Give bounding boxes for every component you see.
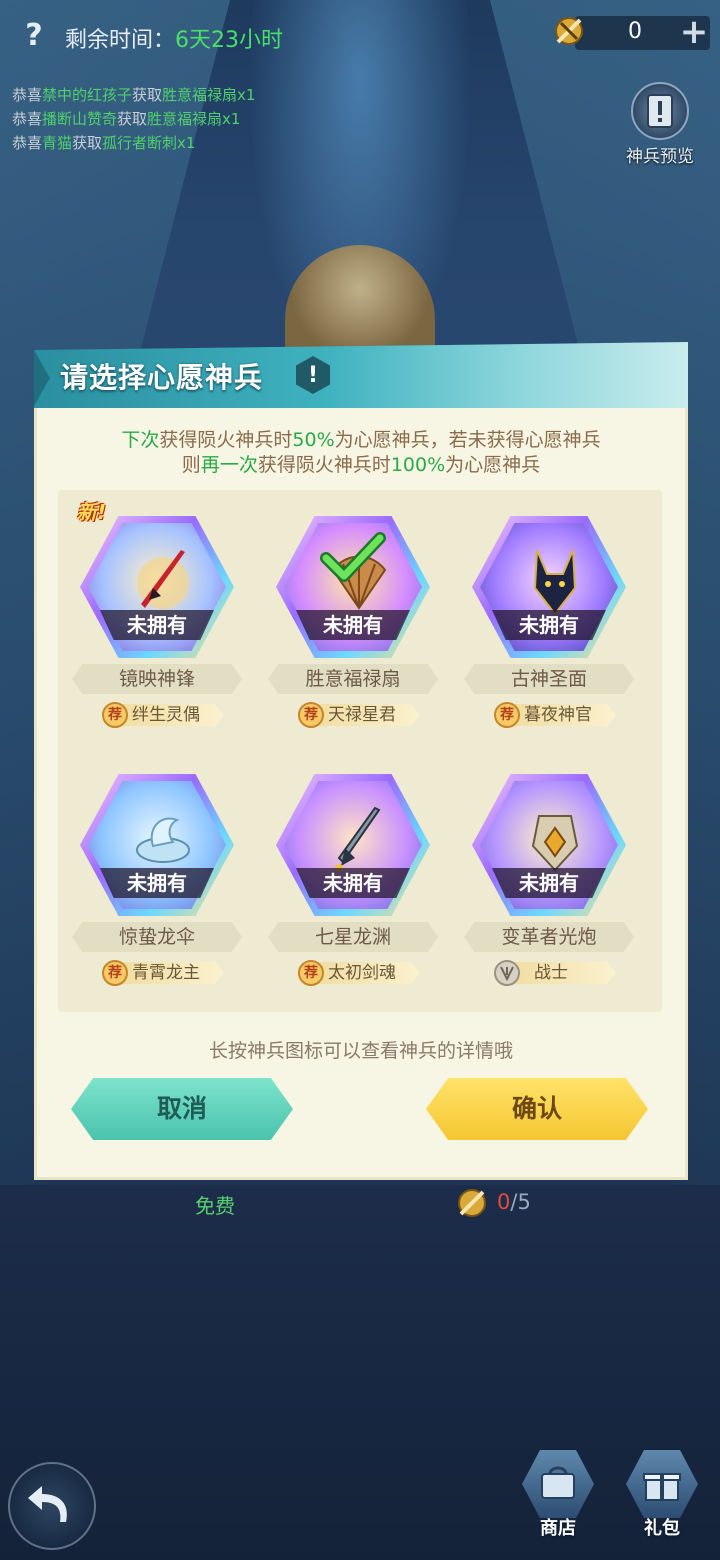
recommended-hero-name: 暮夜神官 bbox=[524, 705, 592, 725]
recommended-hero-name: 天禄星君 bbox=[328, 705, 396, 725]
news-item: 恭喜播断山赞奇获取胜意福禄扇x1 bbox=[12, 110, 241, 128]
light-cannon-icon bbox=[531, 815, 579, 872]
recommended-hero: 荐 天禄星君 bbox=[298, 702, 422, 728]
recommend-icon: 荐 bbox=[102, 960, 128, 986]
weapon-card-dragon-umbrella[interactable]: 未拥有 惊蛰龙伞 荐 青霄龙主 bbox=[72, 762, 242, 1002]
tip-line-2: 则再一次获得陨火神兵时100%为心愿神兵 bbox=[181, 454, 541, 476]
draw-count-current: 0 bbox=[497, 1190, 511, 1214]
recommend-icon: 荐 bbox=[298, 702, 324, 728]
weapon-preview-label: 神兵预览 bbox=[626, 147, 694, 167]
draw-count: 0/5 bbox=[497, 1190, 531, 1214]
weapon-card-ancient-mask[interactable]: 未拥有 古神圣面 荐 暮夜神官 bbox=[464, 504, 634, 744]
new-badge: 新! bbox=[77, 500, 107, 524]
not-owned-tag: 未拥有 bbox=[296, 610, 410, 640]
free-draw-label: 免费 bbox=[195, 1194, 235, 1218]
remaining-time-value: 6天23小时 bbox=[175, 28, 284, 53]
not-owned-tag: 未拥有 bbox=[296, 868, 410, 898]
news-feed: 恭喜禁中的红孩子获取胜意福禄扇x1 恭喜播断山赞奇获取胜意福禄扇x1 恭喜青猫获… bbox=[12, 83, 255, 155]
recommended-hero-name: 太初剑魂 bbox=[328, 963, 396, 983]
back-button[interactable] bbox=[8, 1462, 96, 1550]
not-owned-tag: 未拥有 bbox=[492, 610, 606, 640]
sword-icon bbox=[137, 550, 189, 609]
recommended-hero-name: 青霄龙主 bbox=[132, 963, 200, 983]
weapon-card-reformer-cannon[interactable]: 未拥有 变革者光炮 战士 bbox=[464, 762, 634, 1002]
recommended-hero-name: 绊生灵偶 bbox=[132, 705, 200, 725]
weapon-name: 胜意福禄扇 bbox=[268, 664, 438, 694]
shop-button[interactable]: 商店 bbox=[518, 1450, 598, 1550]
currency-value: 0 bbox=[628, 19, 642, 44]
not-owned-tag: 未拥有 bbox=[100, 610, 214, 640]
recommended-hero: 荐 暮夜神官 bbox=[494, 702, 618, 728]
background-emblem bbox=[285, 245, 435, 355]
weapon-card-seven-star-sword[interactable]: 未拥有 七星龙渊 荐 太初剑魂 bbox=[268, 762, 438, 1002]
confirm-button[interactable]: 确认 bbox=[426, 1078, 648, 1140]
recommended-hero: 荐 绊生灵偶 bbox=[102, 702, 226, 728]
remaining-time: 剩余时间：6天23小时 bbox=[65, 22, 283, 54]
gift-icon bbox=[626, 1450, 698, 1518]
back-arrow-icon bbox=[28, 1486, 67, 1522]
gift-pack-button[interactable]: 礼包 bbox=[622, 1450, 702, 1550]
weapon-name: 变革者光炮 bbox=[464, 922, 634, 952]
selected-check-icon bbox=[320, 532, 386, 582]
recommend-icon: 荐 bbox=[298, 960, 324, 986]
not-owned-tag: 未拥有 bbox=[492, 868, 606, 898]
tip-line-1: 下次获得陨火神兵时50%为心愿神兵，若未获得心愿神兵 bbox=[121, 429, 601, 451]
longsword-icon bbox=[335, 806, 381, 872]
recommended-class: 战士 bbox=[494, 960, 618, 986]
recommended-hero: 荐 青霄龙主 bbox=[102, 960, 226, 986]
weapon-card-lucky-fan[interactable]: 未拥有 胜意福禄扇 荐 天禄星君 bbox=[268, 504, 438, 744]
news-item: 恭喜青猫获取孤行者断刺x1 bbox=[12, 134, 196, 152]
recommended-class-name: 战士 bbox=[534, 963, 568, 983]
weapon-name: 七星龙渊 bbox=[268, 922, 438, 952]
weapon-name: 古神圣面 bbox=[464, 664, 634, 694]
recommend-icon: 荐 bbox=[102, 702, 128, 728]
weapon-card-mirror-blade[interactable]: 未拥有 新! 镜映神锋 荐 绊生灵偶 bbox=[72, 500, 242, 744]
weapon-name: 惊蛰龙伞 bbox=[72, 922, 242, 952]
divine-weapon-ticket-icon bbox=[555, 17, 583, 45]
divine-weapon-ticket-icon bbox=[458, 1189, 486, 1217]
warrior-class-icon bbox=[494, 960, 520, 986]
recommend-icon: 荐 bbox=[494, 702, 520, 728]
cancel-button[interactable]: 取消 bbox=[71, 1078, 293, 1140]
background-floor bbox=[0, 1185, 720, 1560]
news-item: 恭喜禁中的红孩子获取胜意福禄扇x1 bbox=[12, 86, 256, 104]
help-button[interactable]: ? bbox=[18, 18, 50, 54]
dialog-title: 请选择心愿神兵 bbox=[60, 361, 264, 394]
long-press-hint: 长按神兵图标可以查看神兵的详情哦 bbox=[208, 1040, 513, 1062]
wish-weapon-dialog: 请选择心愿神兵 ! 下次获得陨火神兵时50%为心愿神兵，若未获得心愿神兵 则再一… bbox=[34, 342, 688, 1180]
card-preview-icon bbox=[631, 82, 689, 140]
weapon-preview-button[interactable]: 神兵预览 bbox=[615, 82, 705, 167]
dragon-umbrella-icon bbox=[136, 817, 190, 863]
remaining-time-label: 剩余时间： bbox=[65, 28, 176, 53]
add-currency-button[interactable]: + bbox=[678, 14, 710, 50]
recommended-hero: 荐 太初剑魂 bbox=[298, 960, 422, 986]
anubis-mask-icon bbox=[533, 549, 577, 616]
shop-icon bbox=[522, 1450, 594, 1518]
draw-count-total: /5 bbox=[510, 1190, 531, 1214]
weapon-grid: 未拥有 新! 镜映神锋 荐 绊生灵偶 未拥有 胜意福禄扇 荐 天禄星君 未拥有 … bbox=[58, 490, 662, 1012]
not-owned-tag: 未拥有 bbox=[100, 868, 214, 898]
weapon-name: 镜映神锋 bbox=[72, 664, 242, 694]
